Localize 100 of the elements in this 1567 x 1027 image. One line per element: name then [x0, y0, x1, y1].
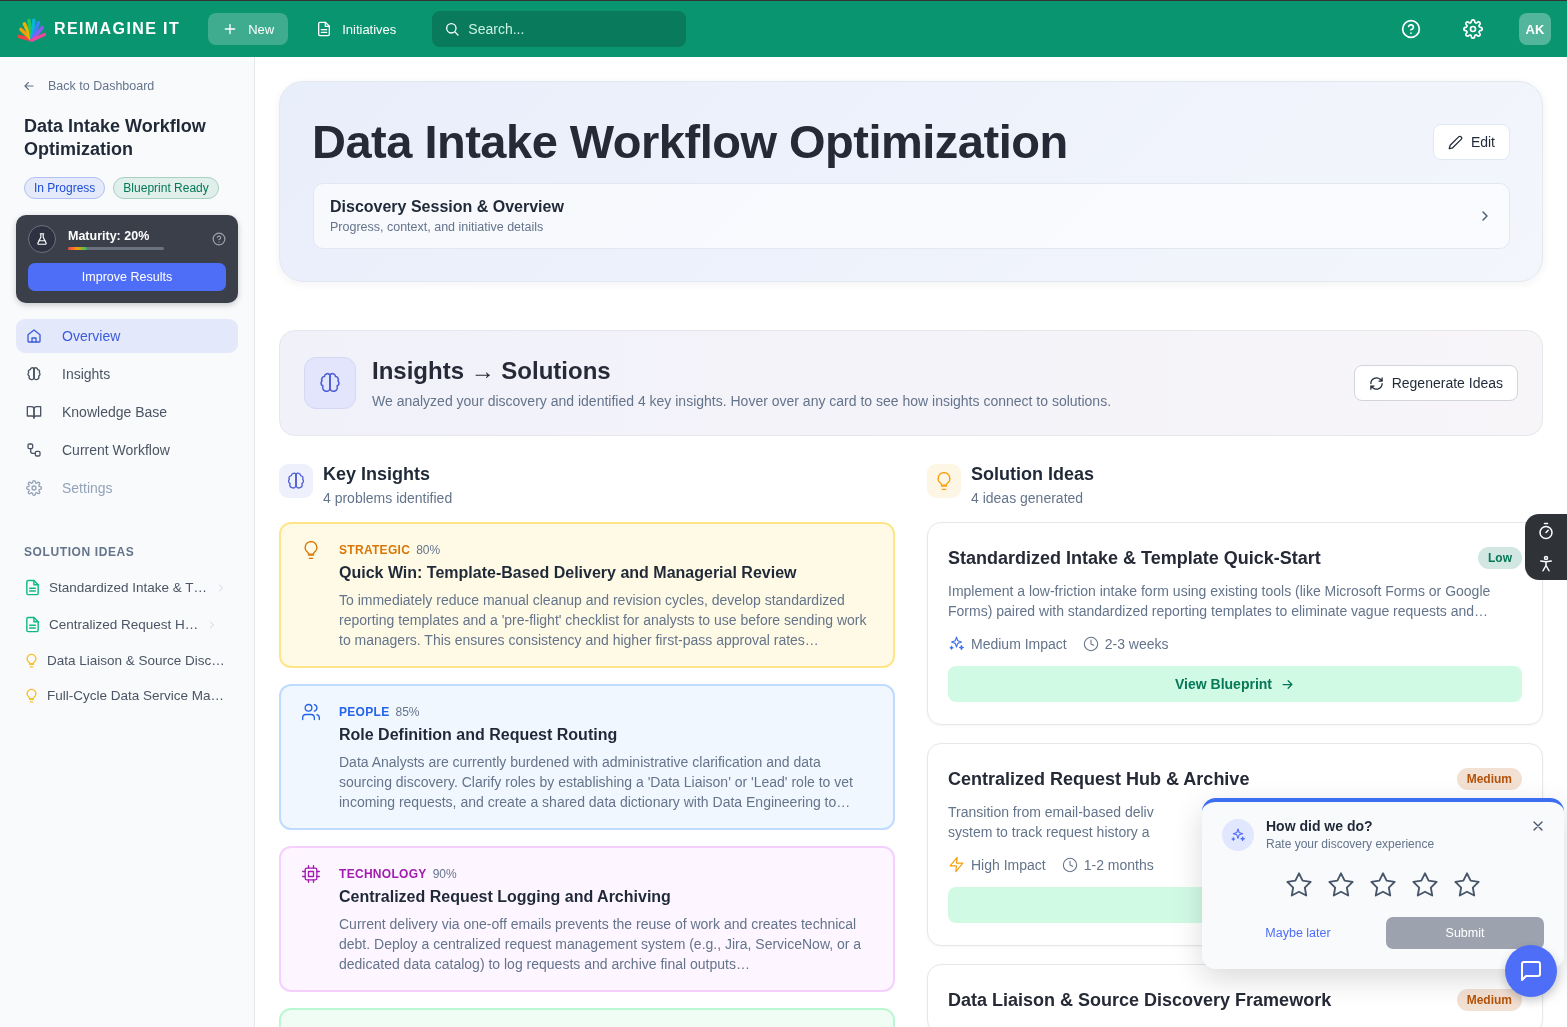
column-title: Key Insights [323, 464, 432, 485]
people-icon [301, 702, 321, 722]
insight-category: PEOPLE [339, 705, 390, 719]
solution-idea-link[interactable]: Full-Cycle Data Service Ma… [16, 678, 238, 713]
search-icon [444, 21, 461, 37]
arrow-left-icon [22, 79, 36, 93]
document-icon [24, 579, 41, 596]
insight-description: Current delivery via one-off emails prevents the reuse of work and creates technical debt. Deploy a centralized request management system (e.g., Jira, ServiceNow, or a dedicated data catalog) to log requests and archive final outputs… [339, 915, 863, 974]
insight-category: STRATEGIC [339, 543, 411, 557]
help-icon [1401, 19, 1421, 39]
star-icon[interactable] [1285, 871, 1313, 899]
insight-description: To immediately reduce manual cleanup and revision cycles, develop standardized reporting templates and a 'pre-flight' checklist for analysts to use before sending work to managers. This ensures consistency and higher first-pass approval rates… [339, 591, 868, 650]
initiatives-link[interactable]: Initiatives [306, 21, 407, 37]
feedback-subtitle: Rate your discovery experience [1266, 837, 1435, 851]
section-heading: SOLUTION IDEAS [24, 545, 136, 559]
column-subtitle: 4 problems identified [323, 490, 453, 506]
confidence-value: 80% [416, 543, 441, 557]
initiative-title: Data Intake Workflow Optimization [24, 115, 207, 161]
lightbulb-icon [24, 688, 39, 703]
brain-icon [279, 464, 313, 498]
insight-title: Centralized Request Logging and Archiving [339, 888, 672, 906]
insight-card[interactable] [279, 522, 895, 668]
star-icon[interactable] [1453, 871, 1481, 899]
duration-label: 1-2 months [1083, 856, 1154, 873]
insight-title: Quick Win: Template-Based Delivery and Managerial Review [339, 564, 798, 582]
workflow-icon [26, 442, 42, 458]
solution-card[interactable] [927, 522, 1543, 725]
solution-idea-link[interactable]: Data Liaison & Source Disc… [16, 643, 238, 678]
home-icon [26, 328, 42, 344]
regenerate-button[interactable]: Regenerate Ideas [1353, 365, 1518, 401]
document-icon [24, 616, 41, 633]
brain-icon [304, 357, 356, 409]
impact-label: Medium Impact [971, 635, 1067, 652]
insight-card[interactable] [279, 684, 895, 830]
solution-idea-link[interactable]: Centralized Request H… [16, 606, 238, 643]
pencil-icon [1447, 134, 1463, 150]
effort-badge: Medium [1456, 989, 1522, 1011]
impact-label: High Impact [971, 856, 1046, 873]
duration-label: 2-3 weeks [1104, 635, 1169, 652]
confidence-value: 90% [432, 867, 457, 881]
timer-button[interactable] [1537, 521, 1555, 540]
brand-name: REIMAGINE IT [54, 20, 181, 38]
timer-icon [1537, 521, 1555, 540]
chat-icon [1519, 959, 1543, 983]
insight-card[interactable] [279, 846, 895, 992]
feedback-title: How did we do? [1266, 818, 1374, 834]
nav-item[interactable]: Overview [16, 319, 238, 353]
back-link[interactable]: Back to Dashboard [22, 79, 238, 93]
solution-description: system to track request history a [948, 823, 1150, 842]
insight-category: TECHNOLOGY [339, 867, 427, 881]
edit-button[interactable]: Edit [1432, 124, 1510, 160]
document-icon [316, 21, 333, 37]
sparkle-icon [1222, 818, 1254, 851]
page-title: Data Intake Workflow Optimization [312, 114, 1068, 169]
nav-item[interactable]: Knowledge Base [16, 395, 238, 429]
solution-idea-link[interactable]: Standardized Intake & T… [16, 569, 238, 606]
insight-description: Data Analysts are currently burdened with administrative clarification and data sourcing discovery. Clarify roles by establishing a 'Data Liaison' or 'Lead' role to vet incoming requests, and create a shared data dictionary with Data Engineering to… [339, 753, 854, 812]
banner-subtitle: We analyzed your discovery and identified 4 key insights. Hover over any card to see how insights connect to solutions. [372, 393, 1113, 409]
maybe-later-button[interactable]: Maybe later [1222, 925, 1374, 941]
solution-title: Standardized Intake & Template Quick-Start [948, 547, 1321, 569]
chip-icon [301, 864, 321, 884]
effort-badge: Medium [1456, 768, 1522, 790]
discovery-title: Discovery Session & Overview [330, 198, 564, 216]
flask-icon [28, 225, 56, 253]
brain-icon [26, 366, 42, 382]
discovery-row[interactable]: Discovery Session & Overview Progress, context, and initiative details [313, 183, 1510, 249]
star-icon[interactable] [1411, 871, 1439, 899]
view-blueprint-button[interactable]: View Blueprint [948, 666, 1522, 702]
refresh-icon [1368, 375, 1384, 391]
lightbulb-icon [24, 653, 39, 668]
settings-icon [1463, 19, 1483, 39]
maturity-label: Maturity: 20% [68, 228, 151, 243]
accessibility-icon [1537, 554, 1555, 573]
search-field[interactable]: Search... [432, 11, 687, 47]
insight-title: Role Definition and Request Routing [339, 726, 619, 744]
clock-icon [1061, 856, 1078, 873]
status-badge: Blueprint Ready [113, 177, 219, 199]
discovery-subtitle: Progress, context, and initiative details [330, 220, 545, 234]
nav-item[interactable]: Current Workflow [16, 433, 238, 467]
star-icon[interactable] [1369, 871, 1397, 899]
lightbulb-icon [927, 464, 961, 498]
sparkle-icon [948, 635, 965, 652]
improve-results-button[interactable]: Improve Results [28, 263, 226, 291]
column-title: Solution Ideas [971, 464, 1094, 485]
solution-title: Data Liaison & Source Discovery Framework [948, 989, 1332, 1011]
effort-badge: Low [1478, 547, 1522, 569]
nav-item[interactable]: Insights [16, 357, 238, 391]
accessibility-button[interactable] [1537, 554, 1555, 573]
banner-title: Insights → Solutions [372, 357, 612, 385]
column-subtitle: 4 ideas generated [971, 490, 1085, 506]
help-icon [212, 232, 226, 246]
star-icon[interactable] [1327, 871, 1355, 899]
solution-card[interactable]: Data Liaison & Source Discovery Framework Medium [927, 964, 1543, 1027]
confidence-value: 85% [395, 705, 420, 719]
lightning-icon [948, 856, 965, 873]
clock-icon [1082, 635, 1099, 652]
solution-description: Implement a low-friction intake form using existing tools (like Microsoft Forms or Google Forms) paired with standardized reporting templates to eliminate vague requests and… [948, 582, 1492, 621]
solution-description: Transition from email-based deliv [948, 803, 1154, 822]
solution-title: Centralized Request Hub & Archive [948, 768, 1250, 790]
status-badge: In Progress [24, 177, 106, 199]
